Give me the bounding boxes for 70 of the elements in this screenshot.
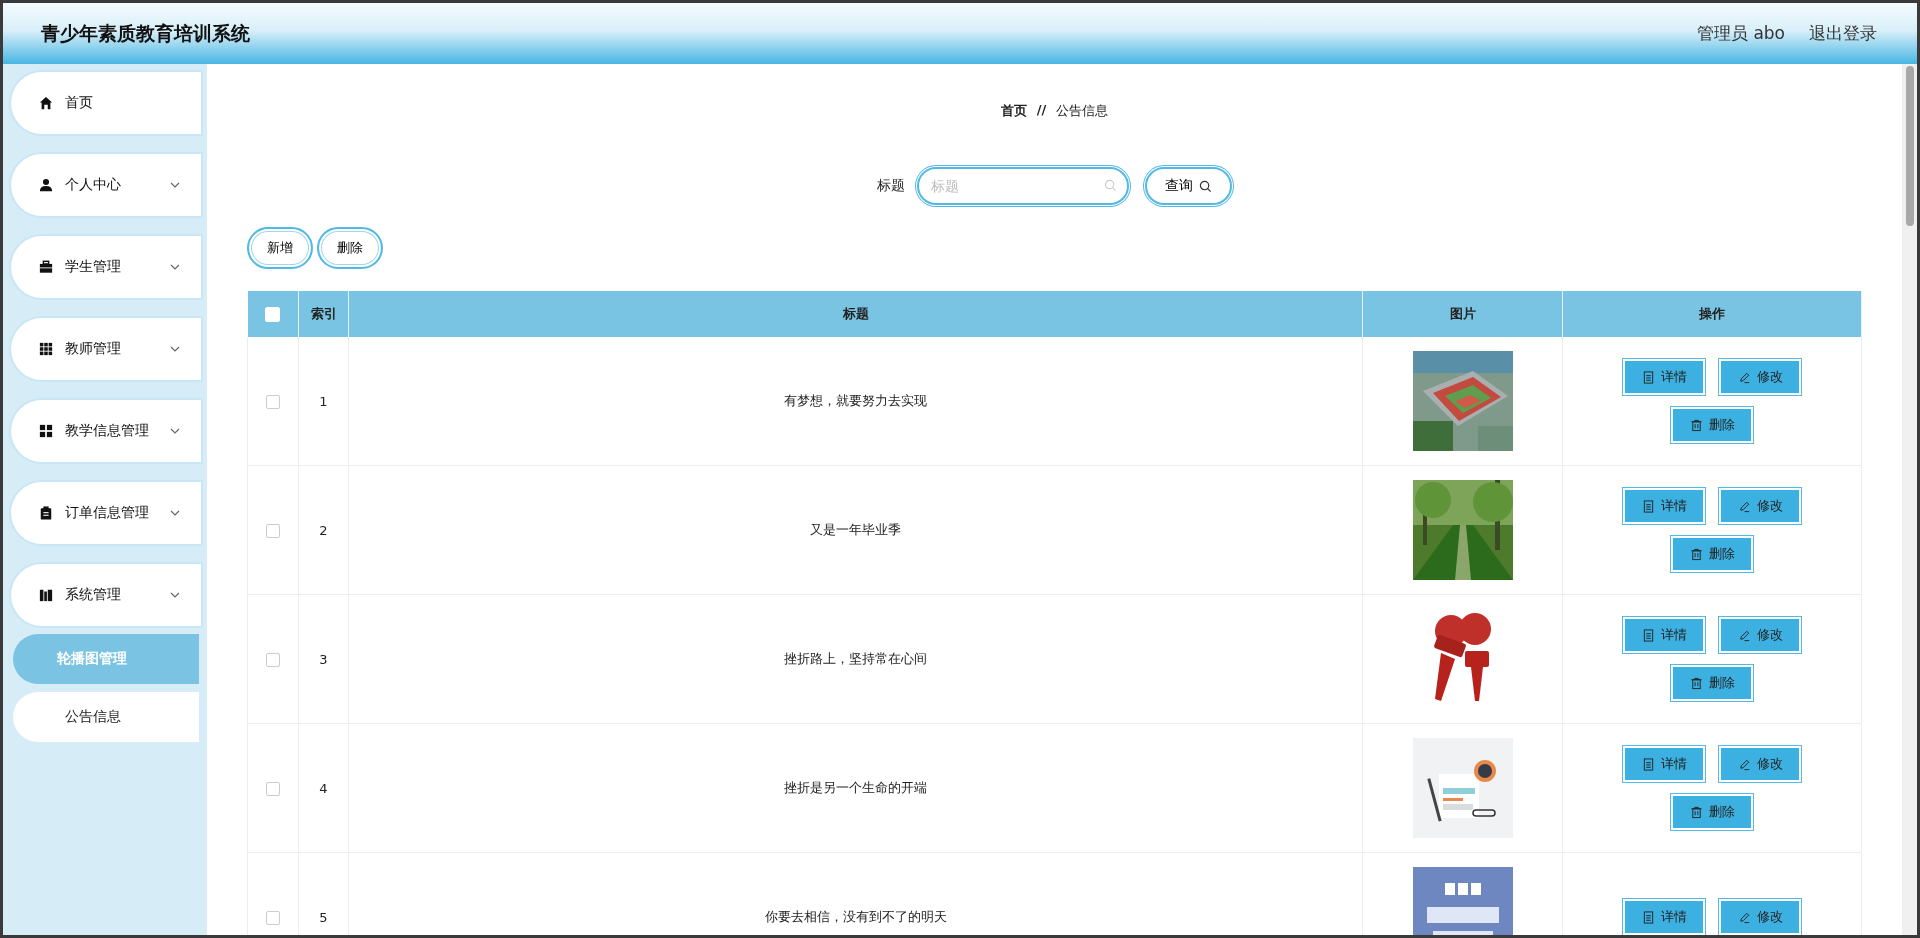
trash-icon bbox=[1689, 547, 1703, 561]
edit-button[interactable]: 修改 bbox=[1719, 899, 1801, 935]
document-icon bbox=[1641, 499, 1655, 513]
search-label: 标题 bbox=[877, 177, 905, 195]
table-cell: 1 bbox=[319, 393, 328, 409]
search-icon bbox=[1104, 179, 1117, 192]
table-cell: 挫折是另一个生命的开端 bbox=[784, 780, 927, 795]
document-icon bbox=[1641, 757, 1655, 771]
checkbox[interactable] bbox=[266, 523, 280, 538]
delete-button[interactable]: 删除 bbox=[1671, 407, 1753, 443]
pen-icon bbox=[1737, 499, 1751, 513]
document-icon bbox=[1641, 370, 1655, 384]
column-header: 图片 bbox=[1449, 306, 1476, 321]
document-icon bbox=[1641, 628, 1655, 642]
trash-icon bbox=[1689, 805, 1703, 819]
logout-link[interactable]: 退出登录 bbox=[1809, 22, 1877, 45]
delete-button[interactable]: 删除 bbox=[1671, 794, 1753, 830]
user-icon bbox=[39, 178, 53, 192]
document-icon bbox=[1641, 910, 1655, 924]
column-header: 标题 bbox=[842, 306, 869, 321]
trash-icon bbox=[1689, 676, 1703, 690]
table-cell: 3 bbox=[319, 651, 328, 667]
table-cell: 你要去相信，没有到不了的明天 bbox=[764, 909, 947, 924]
user-name: 管理员 abo bbox=[1697, 22, 1785, 45]
detail-button[interactable]: 详情 bbox=[1623, 746, 1705, 782]
checkbox[interactable] bbox=[266, 652, 280, 667]
pen-icon bbox=[1737, 628, 1751, 642]
app-title: 青少年素质教育培训系统 bbox=[41, 20, 250, 46]
table-cell: 4 bbox=[319, 780, 328, 796]
table-cell: 5 bbox=[319, 909, 328, 925]
trash-icon bbox=[1689, 418, 1703, 432]
search-icon bbox=[1199, 179, 1212, 193]
scrollbar[interactable] bbox=[1902, 64, 1917, 935]
home-icon bbox=[39, 96, 53, 110]
edit-button[interactable]: 修改 bbox=[1719, 488, 1801, 524]
edit-button[interactable]: 修改 bbox=[1719, 617, 1801, 653]
pen-icon bbox=[1737, 370, 1751, 384]
pen-icon bbox=[1737, 910, 1751, 924]
delete-button[interactable]: 删除 bbox=[1671, 536, 1753, 572]
scrollbar-thumb[interactable] bbox=[1905, 66, 1914, 226]
table-cell: 2 bbox=[319, 522, 328, 538]
add-button[interactable]: 新增 bbox=[247, 227, 313, 269]
submenu-item[interactable]: 公告信息 bbox=[13, 692, 199, 742]
column-header: 索引 bbox=[310, 306, 337, 321]
checkbox[interactable] bbox=[266, 910, 280, 925]
breadcrumb-separator: // bbox=[1036, 102, 1047, 119]
edit-button[interactable]: 修改 bbox=[1719, 746, 1801, 782]
column-header: 操作 bbox=[1699, 306, 1725, 321]
detail-button[interactable]: 详情 bbox=[1623, 359, 1705, 395]
checkbox[interactable] bbox=[266, 781, 280, 796]
detail-button[interactable]: 详情 bbox=[1623, 899, 1705, 935]
table-cell: 又是一年毕业季 bbox=[810, 522, 901, 537]
pen-icon bbox=[1737, 757, 1751, 771]
books-icon bbox=[39, 588, 53, 602]
edit-button[interactable]: 修改 bbox=[1719, 359, 1801, 395]
grid-icon bbox=[39, 342, 53, 356]
search-field[interactable]: 标题 bbox=[917, 167, 1129, 205]
breadcrumb-item[interactable]: 首页 bbox=[1000, 102, 1027, 120]
table-cell: 有梦想，就要努力去实现 bbox=[784, 393, 927, 408]
clipboard-icon bbox=[39, 506, 53, 520]
breadcrumb-item: 公告信息 bbox=[1056, 102, 1109, 120]
delete-button[interactable]: 删除 bbox=[1671, 665, 1753, 701]
grid-icon bbox=[39, 424, 53, 438]
briefcase-icon bbox=[39, 260, 53, 274]
table-cell: 挫折路上，坚持常在心间 bbox=[784, 651, 927, 666]
detail-button[interactable]: 详情 bbox=[1623, 617, 1705, 653]
search-button[interactable]: 查询 bbox=[1145, 167, 1232, 205]
detail-button[interactable]: 详情 bbox=[1623, 488, 1705, 524]
delete-button[interactable]: 删除 bbox=[317, 227, 383, 269]
checkbox[interactable] bbox=[266, 394, 280, 409]
